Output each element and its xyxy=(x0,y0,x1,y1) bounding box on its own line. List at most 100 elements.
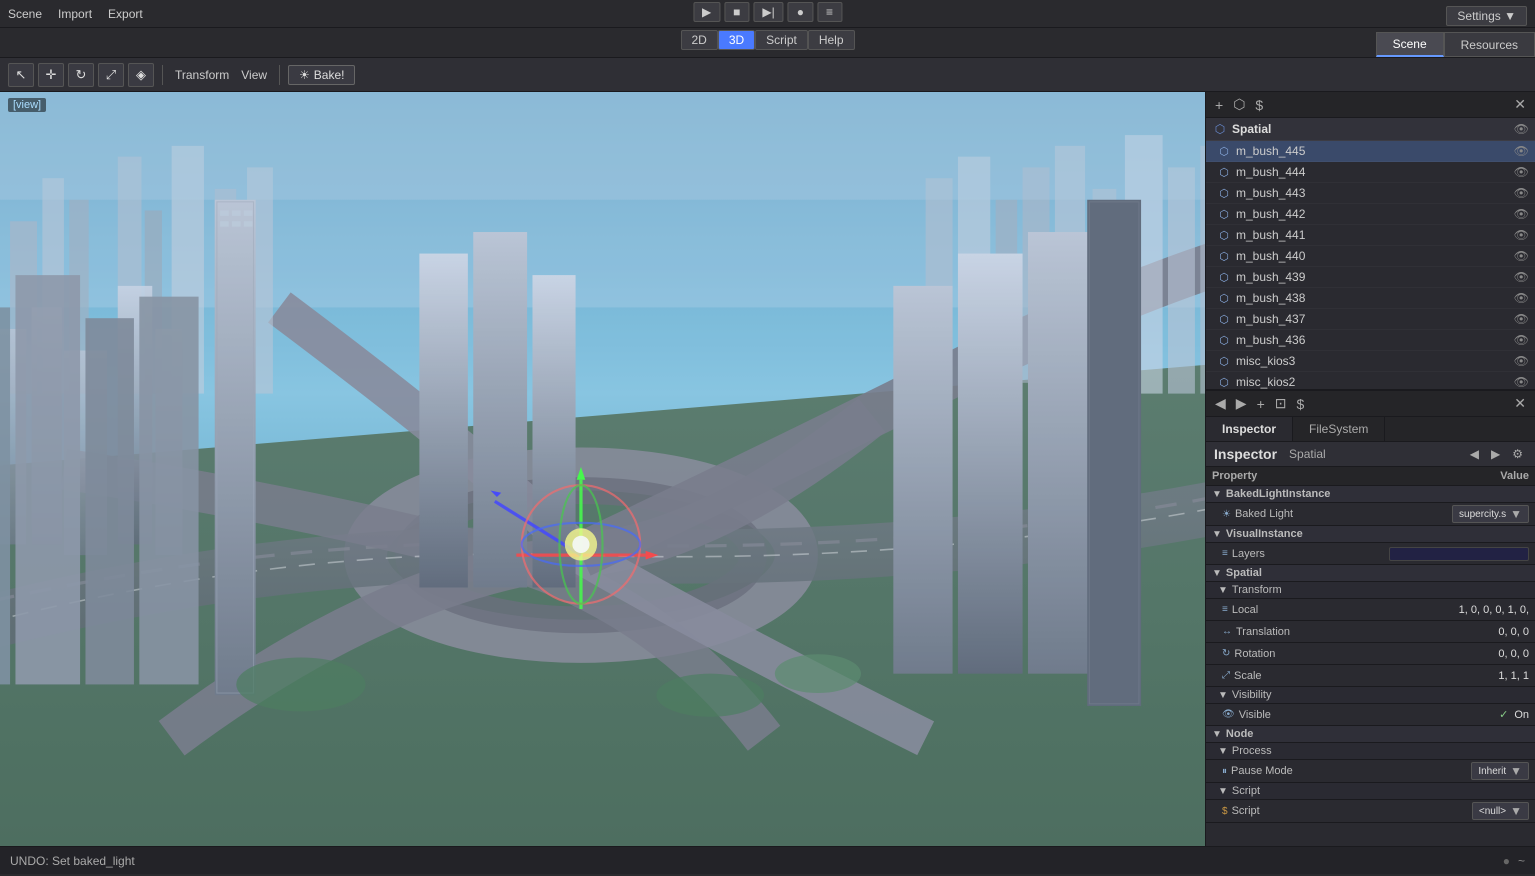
tree-item-eye-m_bush_438[interactable]: 👁 xyxy=(1514,291,1529,305)
menu-export[interactable]: Export xyxy=(108,7,143,21)
section-visualinstance[interactable]: ▼ VisualInstance xyxy=(1206,526,1535,543)
scale-value-text: 1, 1, 1 xyxy=(1498,670,1529,682)
settings-button[interactable]: Settings ▼ xyxy=(1446,6,1527,26)
close-scene-button[interactable]: ✕ xyxy=(1511,95,1529,114)
tree-forward-button[interactable]: ▶ xyxy=(1233,394,1250,413)
inspector-forward-button[interactable]: ▶ xyxy=(1487,446,1504,462)
tree-close-button[interactable]: ✕ xyxy=(1511,394,1529,413)
tab-script[interactable]: Script xyxy=(755,30,808,50)
tree-item-misc_kios2[interactable]: ⬡misc_kios2👁 xyxy=(1206,372,1535,390)
tree-back-button[interactable]: ◀ xyxy=(1212,394,1229,413)
section-node[interactable]: ▼ Node xyxy=(1206,726,1535,743)
prop-name-pausemode: ⏸ Pause Mode xyxy=(1222,765,1389,777)
prop-value-bakedlight[interactable]: supercity.s ▼ xyxy=(1389,505,1529,523)
new-node-button[interactable]: + xyxy=(1212,96,1226,114)
sub-section-transform[interactable]: ▼ Transform xyxy=(1206,582,1535,599)
tree-item-m_bush_445[interactable]: ⬡m_bush_445👁 xyxy=(1206,141,1535,162)
menu-import[interactable]: Import xyxy=(58,7,92,21)
tree-item-eye-misc_kios3[interactable]: 👁 xyxy=(1514,354,1529,368)
resources-tab[interactable]: Resources xyxy=(1444,32,1535,57)
bakedlight-dropdown-button[interactable]: ▼ xyxy=(1510,507,1522,521)
select-tool-button[interactable]: ↖ xyxy=(8,63,34,87)
inspector-back-button[interactable]: ◀ xyxy=(1466,446,1483,462)
prop-value-translation[interactable]: 0, 0, 0 xyxy=(1389,626,1529,638)
script-dropdown-button[interactable]: ▼ xyxy=(1510,804,1522,818)
tree-item-eye-m_bush_437[interactable]: 👁 xyxy=(1514,312,1529,326)
tree-item-misc_kios3[interactable]: ⬡misc_kios3👁 xyxy=(1206,351,1535,372)
tab-2d[interactable]: 2D xyxy=(680,30,717,50)
scene-tree-bottom-toolbar: ◀ ▶ + ⊡ $ ✕ xyxy=(1206,390,1535,416)
tree-item-m_bush_444[interactable]: ⬡m_bush_444👁 xyxy=(1206,162,1535,183)
script-button[interactable]: $ xyxy=(1252,96,1266,114)
view-menu[interactable]: View xyxy=(241,68,267,82)
bakedlight-value-badge[interactable]: supercity.s ▼ xyxy=(1452,505,1529,523)
tree-item-m_bush_439[interactable]: ⬡m_bush_439👁 xyxy=(1206,267,1535,288)
tree-item-m_bush_442[interactable]: ⬡m_bush_442👁 xyxy=(1206,204,1535,225)
visible-checkbox: ✓ xyxy=(1499,708,1508,721)
bake-button[interactable]: ☀ Bake! xyxy=(288,65,355,85)
scene-tab[interactable]: Scene xyxy=(1376,32,1444,57)
tree-item-eye-m_bush_445[interactable]: 👁 xyxy=(1514,144,1529,158)
stop-button[interactable]: ■ xyxy=(724,2,749,22)
pausemode-dropdown-button[interactable]: ▼ xyxy=(1510,764,1522,778)
prop-value-rotation[interactable]: 0, 0, 0 xyxy=(1389,648,1529,660)
sub-section-visibility[interactable]: ▼ Visibility xyxy=(1206,687,1535,704)
step-button[interactable]: ▶| xyxy=(753,2,783,22)
prop-value-pausemode[interactable]: Inherit ▼ xyxy=(1389,762,1529,780)
tree-item-eye-misc_kios2[interactable]: 👁 xyxy=(1514,375,1529,389)
tree-item-eye-m_bush_443[interactable]: 👁 xyxy=(1514,186,1529,200)
tree-add-button[interactable]: + xyxy=(1254,395,1268,413)
tree-item-m_bush_441[interactable]: ⬡m_bush_441👁 xyxy=(1206,225,1535,246)
section-bakedlightinstance[interactable]: ▼ BakedLightInstance xyxy=(1206,486,1535,503)
prop-value-local[interactable]: 1, 0, 0, 0, 1, 0, xyxy=(1389,604,1529,616)
tree-item-eye-m_bush_436[interactable]: 👁 xyxy=(1514,333,1529,347)
tree-item-eye-m_bush_439[interactable]: 👁 xyxy=(1514,270,1529,284)
menu-scene[interactable]: Scene xyxy=(8,7,42,21)
tree-item-m_bush_438[interactable]: ⬡m_bush_438👁 xyxy=(1206,288,1535,309)
prop-value-script[interactable]: <null> ▼ xyxy=(1389,802,1529,820)
prop-value-layers[interactable] xyxy=(1389,547,1529,561)
spatial-root-icon: ⬡ xyxy=(1212,121,1228,137)
viewport[interactable]: [view] xyxy=(0,92,1205,846)
tree-root-spatial[interactable]: ⬡ Spatial 👁 xyxy=(1206,118,1535,141)
script-value-badge[interactable]: <null> ▼ xyxy=(1472,802,1529,820)
sub-section-process[interactable]: ▼ Process xyxy=(1206,743,1535,760)
more-button[interactable]: ≡ xyxy=(817,2,842,22)
tree-item-m_bush_443[interactable]: ⬡m_bush_443👁 xyxy=(1206,183,1535,204)
scale-tool-button[interactable]: ⤢ xyxy=(98,63,124,87)
inspector-settings-button[interactable]: ⚙ xyxy=(1508,446,1527,462)
bake-label: Bake! xyxy=(314,68,345,82)
tree-item-eye-m_bush_440[interactable]: 👁 xyxy=(1514,249,1529,263)
root-visibility-icon[interactable]: 👁 xyxy=(1514,122,1529,136)
tree-item-m_bush_436[interactable]: ⬡m_bush_436👁 xyxy=(1206,330,1535,351)
sub-section-script[interactable]: ▼ Script xyxy=(1206,783,1535,800)
visible-icon: 👁 xyxy=(1222,709,1235,720)
tab-filesystem[interactable]: FileSystem xyxy=(1293,417,1385,441)
play-button[interactable]: ▶ xyxy=(693,2,720,22)
tree-item-icon-misc_kios3: ⬡ xyxy=(1216,353,1232,369)
tree-duplicate-button[interactable]: ⊡ xyxy=(1272,394,1290,413)
pausemode-value-badge[interactable]: Inherit ▼ xyxy=(1471,762,1529,780)
tree-item-label-m_bush_438: m_bush_438 xyxy=(1236,291,1514,305)
tree-item-m_bush_440[interactable]: ⬡m_bush_440👁 xyxy=(1206,246,1535,267)
prop-value-visible[interactable]: ✓ On xyxy=(1389,708,1529,721)
prop-value-scale[interactable]: 1, 1, 1 xyxy=(1389,670,1529,682)
bake-icon: ☀ xyxy=(299,68,310,82)
move-tool-button[interactable]: ✛ xyxy=(38,63,64,87)
rotate-tool-button[interactable]: ↻ xyxy=(68,63,94,87)
layers-bar[interactable] xyxy=(1389,547,1529,561)
local-tool-button[interactable]: ◈ xyxy=(128,63,154,87)
tree-item-eye-m_bush_441[interactable]: 👁 xyxy=(1514,228,1529,242)
section-spatial[interactable]: ▼ Spatial xyxy=(1206,565,1535,582)
tab-3d[interactable]: 3D xyxy=(718,30,755,50)
instance-button[interactable]: ⬡ xyxy=(1230,95,1248,114)
transform-menu[interactable]: Transform xyxy=(175,68,229,82)
tree-item-m_bush_437[interactable]: ⬡m_bush_437👁 xyxy=(1206,309,1535,330)
tree-item-eye-m_bush_442[interactable]: 👁 xyxy=(1514,207,1529,221)
tab-inspector[interactable]: Inspector xyxy=(1206,417,1293,441)
prop-name-bakedlight: ☀ Baked Light xyxy=(1222,508,1389,520)
tree-script-button[interactable]: $ xyxy=(1293,395,1307,413)
tree-item-eye-m_bush_444[interactable]: 👁 xyxy=(1514,165,1529,179)
record-button[interactable]: ● xyxy=(788,2,813,22)
tab-help[interactable]: Help xyxy=(808,30,855,50)
